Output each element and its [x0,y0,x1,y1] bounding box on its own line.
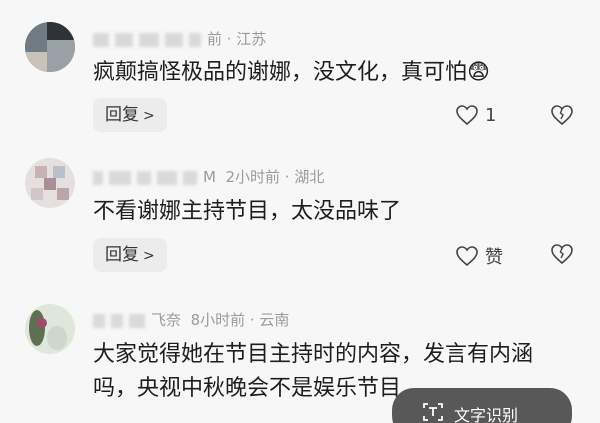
like-button[interactable]: 1 [455,104,496,126]
chevron-right-icon: > [143,248,155,264]
avatar[interactable] [25,22,75,72]
comment-meta: M 2小时前 · 湖北 [93,166,324,187]
comment-time-location: 前 · 江苏 [207,30,267,48]
like-button[interactable]: 赞 [455,243,503,269]
avatar[interactable] [25,158,75,208]
comment-item: 前 · 江苏 疯颠搞怪极品的谢娜，没文化，真可怕😨 回复 > 1 [0,0,600,140]
reply-label: 回复 [105,105,139,125]
comment-item: M 2小时前 · 湖北 不看谢娜主持节目，太没品味了 回复 > 赞 [0,140,600,280]
broken-heart-icon [551,105,573,126]
ocr-label: 文字识别 [454,406,519,423]
dislike-button[interactable] [550,243,574,269]
broken-heart-icon [551,244,573,265]
text-scan-icon [423,403,443,421]
heart-outline-icon [456,246,478,267]
comment-time-location: 2小时前 · 湖北 [225,168,325,186]
reply-button[interactable]: 回复 > [93,98,167,132]
comment-time-location: 8小时前 · 云南 [190,311,290,329]
like-count: 1 [485,104,497,126]
comment-text: 不看谢娜主持节目，太没品味了 [93,199,402,224]
heart-outline-icon [456,105,478,126]
comment-meta: 飞奈 8小时前 · 云南 [93,309,289,330]
chevron-right-icon: > [143,108,155,124]
dislike-button[interactable] [550,104,574,130]
reply-button[interactable]: 回复 > [93,238,167,272]
comment-author: 飞奈 [151,311,182,329]
comment-author: M [203,168,216,186]
comment-meta: 前 · 江苏 [93,28,266,49]
avatar[interactable] [25,304,75,354]
like-count: 赞 [485,247,503,268]
comment-text: 疯颠搞怪极品的谢娜，没文化，真可怕😨 [93,60,490,85]
reply-label: 回复 [105,245,139,265]
ocr-text-recognition-button[interactable]: 文字识别 [392,388,572,423]
